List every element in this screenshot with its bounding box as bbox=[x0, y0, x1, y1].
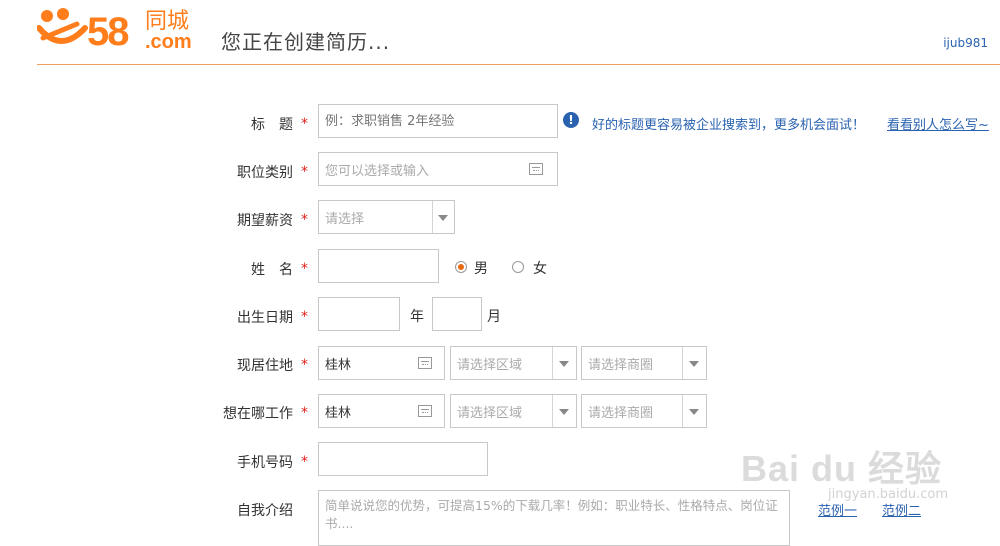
work-area-selected: 请选择商圈 bbox=[588, 405, 654, 421]
residence-area-select[interactable]: 请选择商圈 bbox=[581, 346, 707, 380]
required-mark: * bbox=[301, 212, 308, 228]
gender-female-radio[interactable] bbox=[512, 261, 524, 273]
gender-female-label[interactable]: 女 bbox=[533, 258, 547, 278]
picker-icon[interactable] bbox=[418, 357, 432, 369]
title-label: 标 题 bbox=[251, 117, 293, 133]
month-unit: 月 bbox=[487, 309, 501, 325]
birth-label: 出生日期 bbox=[237, 310, 293, 326]
salary-label: 期望薪资 bbox=[237, 213, 293, 229]
logo-mascot-icon bbox=[37, 8, 88, 44]
baidu-jingyan-watermark: Bai du 经验 bbox=[740, 448, 942, 489]
logo-number: 58 bbox=[87, 10, 129, 54]
info-icon: ! bbox=[563, 112, 579, 128]
required-mark: * bbox=[301, 116, 308, 132]
logo-domain: .com bbox=[145, 31, 192, 53]
select-divider bbox=[552, 395, 553, 427]
58-logo[interactable]: 58 同城 .com bbox=[37, 8, 197, 54]
gender-male-radio[interactable] bbox=[455, 261, 467, 273]
example-one-link[interactable]: 范例一 bbox=[818, 500, 857, 519]
work-area-select[interactable]: 请选择商圈 bbox=[581, 394, 707, 428]
see-examples-link[interactable]: 看看别人怎么写~ bbox=[887, 114, 989, 133]
job-category-placeholder: 您可以选择或输入 bbox=[325, 163, 430, 179]
job-category-input[interactable]: 您可以选择或输入 bbox=[318, 152, 558, 186]
required-mark: * bbox=[301, 454, 308, 470]
salary-selected: 请选择 bbox=[325, 211, 365, 227]
select-divider bbox=[682, 395, 683, 427]
name-input[interactable] bbox=[318, 249, 439, 283]
required-mark: * bbox=[301, 164, 308, 180]
phone-input[interactable] bbox=[318, 442, 488, 476]
select-divider bbox=[552, 347, 553, 379]
gender-male-label[interactable]: 男 bbox=[474, 258, 488, 278]
intro-label: 自我介绍 bbox=[237, 503, 293, 519]
chevron-down-icon bbox=[689, 361, 699, 367]
chevron-down-icon bbox=[559, 409, 569, 415]
required-mark: * bbox=[301, 405, 308, 421]
username-link[interactable]: ijub981 bbox=[943, 36, 988, 50]
required-mark: * bbox=[301, 357, 308, 373]
residence-label: 现居住地 bbox=[237, 358, 293, 374]
work-district-selected: 请选择区域 bbox=[457, 405, 523, 421]
required-mark: * bbox=[301, 261, 308, 277]
required-mark: * bbox=[301, 309, 308, 325]
picker-icon[interactable] bbox=[418, 405, 432, 417]
chevron-down-icon bbox=[689, 409, 699, 415]
residence-area-selected: 请选择商圈 bbox=[588, 357, 654, 373]
select-divider bbox=[432, 201, 433, 233]
chevron-down-icon bbox=[559, 361, 569, 367]
title-tip: 好的标题更容易被企业搜索到，更多机会面试！ bbox=[592, 118, 866, 133]
salary-select[interactable]: 请选择 bbox=[318, 200, 455, 234]
phone-label: 手机号码 bbox=[237, 455, 293, 471]
header-divider bbox=[37, 64, 1000, 65]
birth-month-input[interactable] bbox=[432, 297, 482, 331]
resume-title-input[interactable] bbox=[318, 104, 558, 138]
work-location-label: 想在哪工作 bbox=[223, 406, 293, 422]
residence-district-selected: 请选择区域 bbox=[457, 357, 523, 373]
example-two-link[interactable]: 范例二 bbox=[882, 500, 921, 519]
intro-placeholder: 简单说说您的优势，可提高15%的下载几率！例如：职业特长、性格特点、岗位证书..… bbox=[325, 498, 778, 531]
select-divider bbox=[682, 347, 683, 379]
intro-textarea[interactable]: 简单说说您的优势，可提高15%的下载几率！例如：职业特长、性格特点、岗位证书..… bbox=[318, 490, 790, 546]
work-city-value: 桂林 bbox=[325, 405, 352, 421]
chevron-down-icon bbox=[438, 215, 448, 221]
residence-city-value: 桂林 bbox=[325, 357, 352, 373]
birth-year-input[interactable] bbox=[318, 297, 400, 331]
work-district-select[interactable]: 请选择区域 bbox=[450, 394, 577, 428]
residence-city-input[interactable]: 桂林 bbox=[318, 346, 445, 380]
page-title: 您正在创建简历... bbox=[221, 30, 391, 54]
name-label: 姓 名 bbox=[251, 262, 293, 278]
work-city-input[interactable]: 桂林 bbox=[318, 394, 445, 428]
picker-icon[interactable] bbox=[529, 163, 543, 175]
watermark-url: jingyan.baidu.com bbox=[828, 487, 948, 502]
year-unit: 年 bbox=[410, 309, 424, 325]
job-category-label: 职位类别 bbox=[237, 165, 293, 181]
residence-district-select[interactable]: 请选择区域 bbox=[450, 346, 577, 380]
